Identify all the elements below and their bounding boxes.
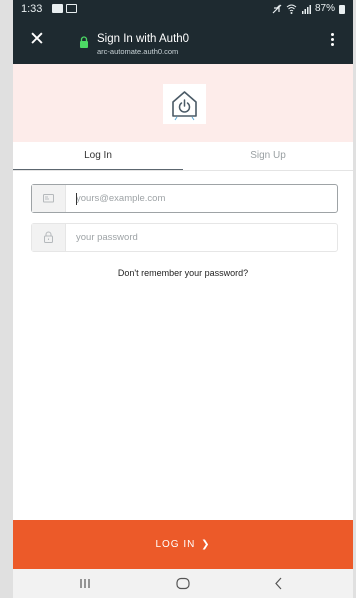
auth-screen: 1:33 87% ✕ Sign In with Auth0 arc-automa… [13, 0, 353, 598]
status-notification-icons [52, 3, 77, 13]
password-field[interactable] [31, 223, 338, 252]
forgot-password-link[interactable]: Don't remember your password? [13, 268, 353, 278]
home-icon [176, 577, 190, 590]
app-logo [163, 84, 206, 124]
login-button-label: LOG IN [155, 539, 196, 550]
chevron-right-icon: ❯ [201, 539, 211, 550]
page-domain: arc-automate.auth0.com [97, 47, 179, 56]
recents-icon [80, 579, 90, 588]
notification-icon [52, 4, 63, 13]
tabs-divider [13, 170, 353, 171]
wifi-icon [286, 4, 297, 14]
back-button[interactable] [249, 569, 309, 598]
battery-icon [339, 5, 345, 14]
email-icon-cell [32, 185, 66, 212]
mute-icon [272, 4, 282, 14]
recents-button[interactable] [55, 569, 115, 598]
email-icon [43, 194, 54, 203]
close-icon: ✕ [29, 29, 45, 50]
more-options-button[interactable] [327, 31, 337, 51]
system-nav-bar [13, 569, 353, 598]
email-input[interactable] [76, 185, 331, 212]
text-cursor [76, 193, 77, 205]
signal-icon [301, 5, 311, 14]
home-button[interactable] [153, 569, 213, 598]
close-button[interactable]: ✕ [27, 30, 47, 50]
auth-tabs: Log In Sign Up [13, 142, 353, 171]
status-time: 1:33 [21, 3, 43, 15]
email-field[interactable] [31, 184, 338, 213]
gallery-icon [66, 4, 77, 13]
password-lock-icon [44, 231, 53, 243]
more-vert-icon [327, 33, 337, 46]
home-power-logo [172, 91, 197, 121]
back-icon [275, 577, 282, 590]
battery-percent: 87% [314, 3, 335, 14]
login-button[interactable]: LOG IN ❯ [13, 520, 353, 569]
tab-signup[interactable]: Sign Up [183, 142, 353, 170]
password-input[interactable] [76, 224, 331, 251]
left-bezel [0, 0, 13, 598]
lock-icon [80, 36, 88, 48]
status-system-icons: 87% [272, 3, 345, 15]
page-title: Sign In with Auth0 [97, 33, 190, 45]
browser-title-bar: ✕ Sign In with Auth0 arc-automate.auth0.… [13, 18, 353, 64]
auth-header [13, 64, 353, 142]
tab-login[interactable]: Log In [13, 142, 183, 170]
password-icon-cell [32, 224, 66, 251]
status-bar: 1:33 87% [13, 0, 353, 18]
